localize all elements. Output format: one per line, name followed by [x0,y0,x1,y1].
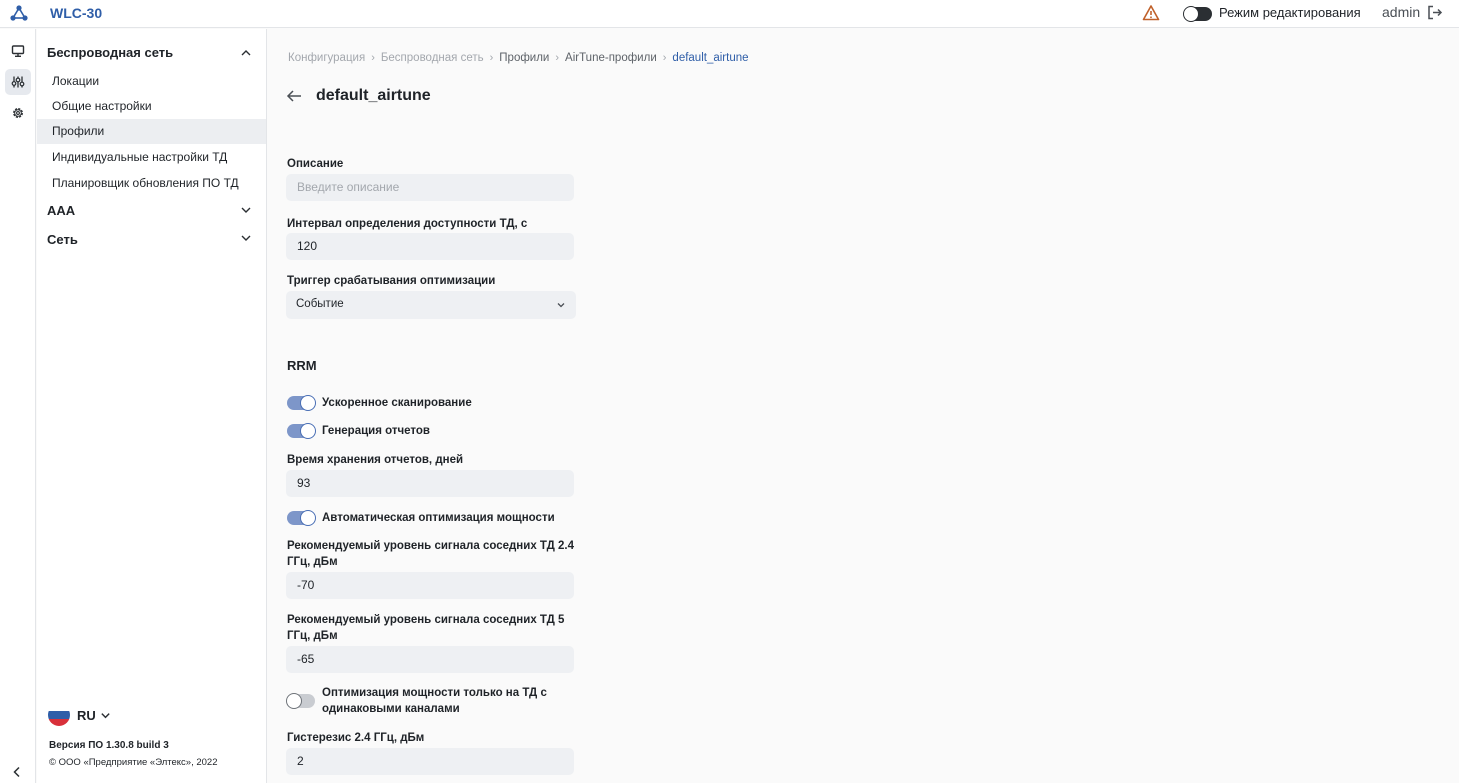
page-title: default_airtune [316,87,431,104]
russia-flag-icon [48,704,70,726]
software-version: Версия ПО 1.30.8 build 3 [49,740,169,751]
chevron-down-icon[interactable] [240,204,252,216]
copyright: © ООО «Предприятие «Элтекс», 2022 [49,757,218,768]
neighbor-5-label: Рекомендуемый уровень сигнала соседних Т… [287,614,565,642]
sidebar-section-wireless[interactable]: Беспроводная сеть [47,45,173,60]
report-generation-toggle[interactable] [287,423,316,439]
monitor-icon [11,45,25,58]
same-channel-switch-row: Оптимизация мощности только на ТД с один… [286,685,562,717]
logout-icon[interactable] [1426,4,1443,21]
gear-icon [13,108,23,118]
edit-mode-toggle[interactable] [1183,6,1212,22]
sidebar: Беспроводная сеть Локации Общие настройк… [37,29,267,783]
description-input[interactable] [286,174,574,201]
sidebar-item-locations[interactable]: Локации [37,69,266,94]
back-arrow-icon[interactable] [286,89,302,103]
description-label: Описание [287,158,344,170]
fast-scan-toggle[interactable] [287,395,316,411]
breadcrumb-current: default_airtune [672,52,749,64]
breadcrumb-profiles[interactable]: Профили [499,52,549,64]
sidebar-section-network[interactable]: Сеть [47,232,78,247]
user-name[interactable]: admin [1382,4,1420,20]
breadcrumb-separator: › [371,52,375,64]
sidebar-item-individual-ap-settings[interactable]: Индивидуальные настройки ТД [37,145,266,170]
sidebar-item-update-scheduler[interactable]: Планировщик обновления ПО ТД [37,171,266,196]
chevron-down-icon[interactable] [240,232,252,244]
breadcrumb-separator: › [662,52,667,64]
rail-configuration-button[interactable] [5,69,31,95]
breadcrumb-configuration[interactable]: Конфигурация [288,52,365,64]
breadcrumb: Конфигурация › Беспроводная сеть › Профи… [288,52,749,64]
auto-power-toggle[interactable] [287,510,316,526]
auto-power-label: Автоматическая оптимизация мощности [322,512,555,524]
chevron-down-icon [557,303,565,308]
sidebar-item-profiles[interactable]: Профили [37,119,266,144]
collapse-sidebar-icon[interactable] [10,765,24,779]
app-title[interactable]: WLC-30 [50,5,102,21]
language-code: RU [77,707,96,723]
report-generation-label: Генерация отчетов [322,425,431,437]
fast-scan-label: Ускоренное сканирование [322,397,472,409]
breadcrumb-separator: › [555,52,560,64]
neighbor-24-input[interactable]: -70 [286,572,574,599]
eltex-logo-icon[interactable] [10,5,28,21]
breadcrumb-separator: › [489,52,494,64]
language-selector[interactable]: RU [48,704,111,726]
chevron-up-icon[interactable] [240,47,252,59]
chevron-down-icon [101,712,110,718]
report-generation-switch-row: Генерация отчетов [287,423,567,439]
top-bar: WLC-30 Режим редактирования admin [0,0,1459,28]
interval-input[interactable]: 120 [286,233,574,260]
same-channel-toggle[interactable] [286,693,315,709]
trigger-select-value: Событие [296,298,344,310]
neighbor-5-input[interactable]: -65 [286,646,574,673]
rail-monitoring-button[interactable] [5,38,31,64]
auto-power-switch-row: Автоматическая оптимизация мощности [287,510,582,526]
icon-rail [0,29,36,783]
sidebar-item-general-settings[interactable]: Общие настройки [37,94,266,119]
rrm-section-title: RRM [287,358,317,373]
breadcrumb-wireless[interactable]: Беспроводная сеть [381,52,484,64]
hysteresis-24-label: Гистерезис 2.4 ГГц, дБм [287,732,425,744]
rail-settings-button[interactable] [5,100,31,126]
neighbor-24-label: Рекомендуемый уровень сигнала соседних Т… [287,540,575,568]
report-retention-label: Время хранения отчетов, дней [287,454,464,466]
hysteresis-24-input[interactable]: 2 [286,748,574,775]
trigger-label: Триггер срабатывания оптимизации [287,275,496,287]
warning-icon[interactable] [1142,4,1160,22]
trigger-select[interactable]: Событие [286,291,576,319]
sidebar-section-aaa[interactable]: AAA [47,203,75,218]
interval-label: Интервал определения доступности ТД, с [287,218,528,230]
fast-scan-switch-row: Ускоренное сканирование [287,395,567,411]
edit-mode-label: Режим редактирования [1219,5,1361,20]
sliders-icon [11,76,25,88]
same-channel-label: Оптимизация мощности только на ТД с один… [322,687,547,715]
report-retention-input[interactable]: 93 [286,470,574,497]
breadcrumb-airtune-profiles[interactable]: AirTune-профили [565,52,657,64]
